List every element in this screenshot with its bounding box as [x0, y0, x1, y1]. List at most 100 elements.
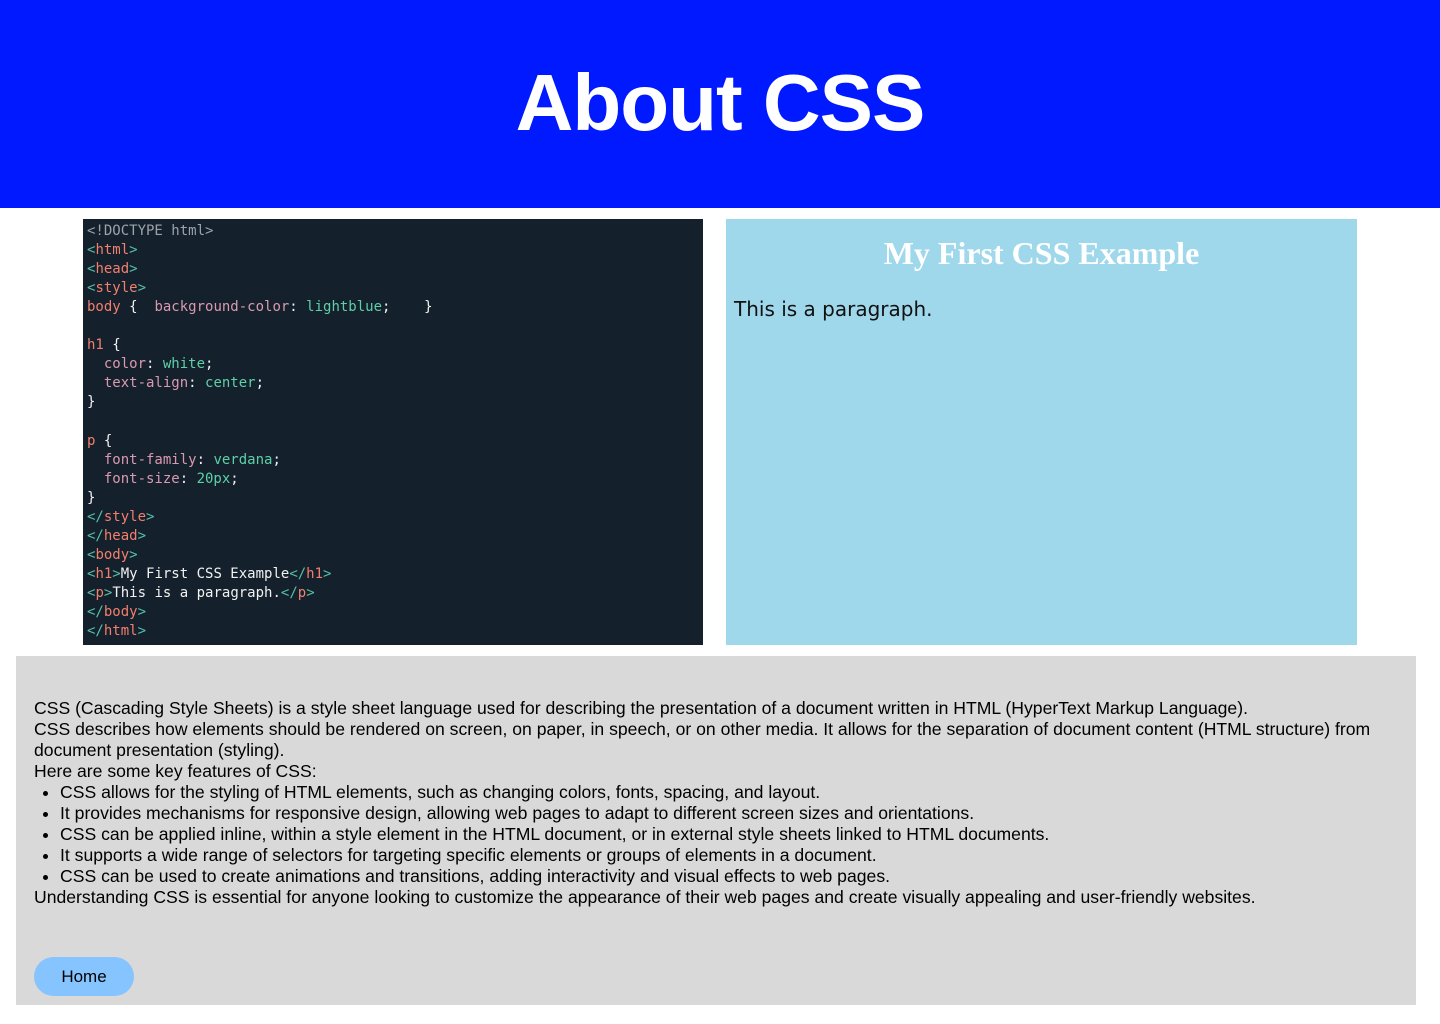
code-line: <body> [87, 546, 703, 565]
code-token: color [103, 356, 147, 373]
code-token: h1 [87, 337, 104, 354]
page-title: About CSS [515, 58, 926, 147]
feature-item: It supports a wide range of selectors fo… [60, 845, 1398, 866]
code-line: h1 { [87, 336, 703, 355]
code-token: My First CSS Example [120, 565, 290, 582]
code-line: <p>This is a paragraph.</p> [87, 584, 703, 603]
code-line: </head> [87, 527, 703, 546]
intro-line: CSS (Cascading Style Sheets) is a style … [34, 698, 1248, 718]
code-line: color: white; [87, 355, 703, 374]
home-button[interactable]: Home [34, 957, 134, 996]
code-token: </ [87, 508, 104, 525]
code-token: ; } [382, 299, 433, 316]
code-token: style [103, 508, 147, 525]
intro-line: CSS describes how elements should be ren… [34, 719, 1371, 760]
code-line: </body> [87, 603, 703, 622]
code-token: > [137, 527, 147, 544]
code-token: : [179, 470, 197, 487]
code-block: <!DOCTYPE html> <html> <head> <style> body {… [83, 219, 703, 641]
code-token: center [205, 375, 256, 392]
code-token: verdana [213, 451, 273, 468]
code-token: { [95, 432, 113, 449]
feature-item: It provides mechanisms for responsive de… [60, 803, 1398, 824]
code-line: <style> [87, 279, 703, 298]
code-token: : [188, 375, 206, 392]
code-token: { [120, 299, 155, 316]
code-token: > [137, 280, 147, 297]
code-token: : [196, 451, 214, 468]
code-token: > [323, 565, 332, 582]
css-example-screenshot: <!DOCTYPE html> <html> <head> <style> body {… [83, 219, 1357, 645]
intro-line: Here are some key features of CSS: [34, 761, 317, 781]
code-token: html [95, 242, 130, 259]
code-token: font-size [103, 470, 180, 487]
features-list: CSS allows for the styling of HTML eleme… [34, 782, 1398, 887]
code-token: </ [280, 584, 298, 601]
code-token: ; [272, 451, 281, 468]
code-token: white [162, 356, 206, 373]
closing-line: Understanding CSS is essential for anyon… [34, 887, 1256, 907]
code-token: ; [230, 470, 239, 487]
code-token: { [103, 337, 121, 354]
preview-heading: My First CSS Example [883, 235, 1200, 271]
code-token: ; [255, 375, 265, 392]
code-token: body [103, 603, 138, 620]
code-line: p { [87, 432, 703, 451]
code-line: <html> [87, 241, 703, 260]
code-token: </ [289, 565, 307, 582]
code-line: font-size: 20px; [87, 470, 703, 489]
code-line: body { background-color: lightblue; } [87, 298, 703, 317]
feature-item: CSS allows for the styling of HTML eleme… [60, 782, 1398, 803]
code-token: > [137, 603, 147, 620]
rendered-preview: My First CSS Example This is a paragraph… [726, 219, 1357, 645]
code-token: body [87, 299, 121, 316]
code-token: <!DOCTYPE html> [87, 223, 214, 239]
code-token: } [87, 489, 96, 506]
code-token: font-family [103, 451, 197, 468]
code-token: background-color [154, 299, 290, 316]
feature-item: CSS can be applied inline, within a styl… [60, 824, 1398, 845]
code-token: head [95, 261, 130, 278]
code-token: html [103, 622, 138, 639]
code-token: text-align [103, 375, 189, 392]
feature-item: CSS can be used to create animations and… [60, 866, 1398, 887]
code-token: > [306, 584, 315, 601]
code-token: lightblue [306, 299, 383, 316]
code-token: h1 [306, 565, 324, 582]
code-line: </style> [87, 508, 703, 527]
code-token: p [95, 584, 104, 601]
code-token: </ [87, 527, 104, 544]
code-line: text-align: center; [87, 374, 703, 393]
code-token: > [112, 565, 121, 582]
code-line: <!DOCTYPE html> [87, 222, 703, 241]
code-token: ; [205, 356, 214, 373]
code-token: > [129, 546, 138, 563]
code-token: > [129, 261, 138, 278]
description-content: CSS (Cascading Style Sheets) is a style … [34, 698, 1398, 908]
code-token: > [146, 508, 155, 525]
code-token: > [137, 622, 147, 639]
code-token: : [289, 299, 307, 316]
code-token: </ [87, 603, 104, 620]
code-token: head [103, 527, 138, 544]
code-token: > [129, 242, 138, 259]
code-line: } [87, 489, 703, 508]
code-token: h1 [95, 565, 113, 582]
preview-paragraph: This is a paragraph. [734, 297, 933, 321]
code-token: : [146, 356, 163, 373]
code-token: </ [87, 622, 104, 639]
code-token: style [95, 280, 138, 297]
code-token: body [95, 546, 130, 563]
code-line: <h1>My First CSS Example</h1> [87, 565, 703, 584]
code-token: 20px [196, 470, 231, 487]
code-token: } [87, 394, 96, 411]
page-header: About CSS [0, 0, 1440, 208]
code-line: } [87, 393, 703, 412]
code-line: font-family: verdana; [87, 451, 703, 470]
